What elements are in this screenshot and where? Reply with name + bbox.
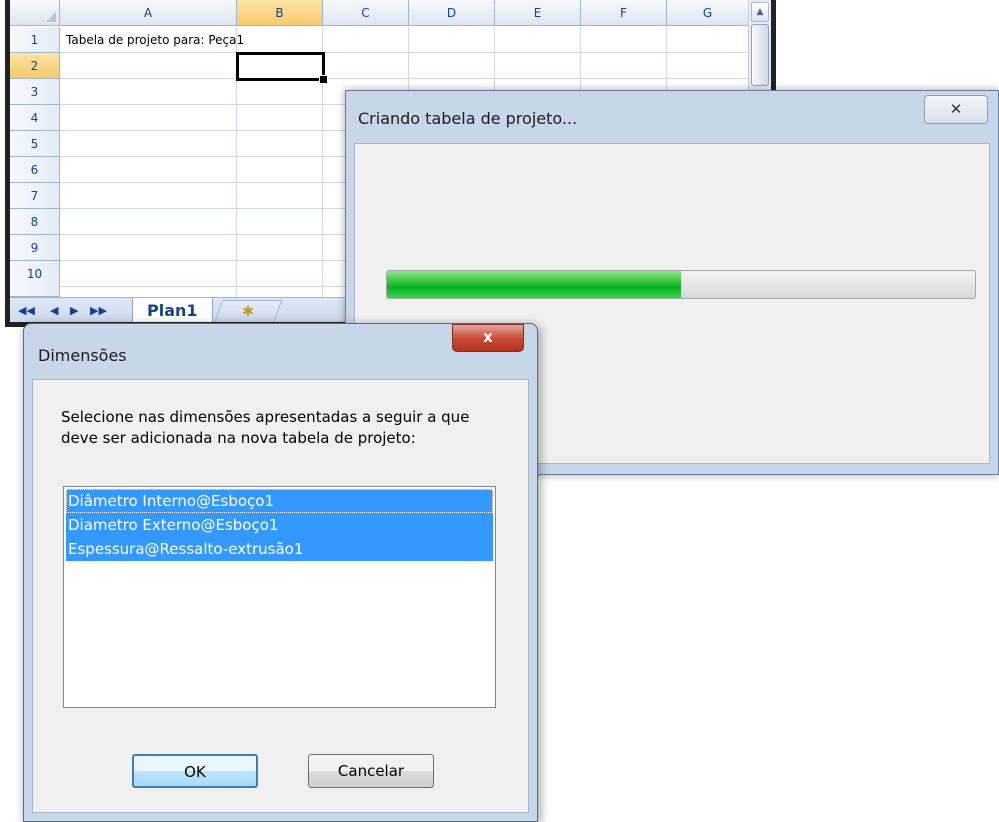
dimensions-instructions: Selecione nas dimensões apresentadas a s…: [61, 408, 470, 447]
dimensions-dialog-body: Selecione nas dimensões apresentadas a s…: [32, 379, 529, 813]
dimensions-listbox[interactable]: Diâmetro Interno@Esboço1 Diametro Extern…: [63, 486, 496, 708]
column-header-a[interactable]: A: [60, 0, 237, 26]
list-item[interactable]: Diametro Externo@Esboço1: [66, 513, 493, 537]
dimensions-close-button[interactable]: x: [452, 324, 524, 352]
sheet-tab-plan1[interactable]: Plan1: [132, 298, 213, 322]
row-header-5[interactable]: 5: [10, 131, 60, 157]
cancel-button[interactable]: Cancelar: [308, 754, 434, 788]
column-header-d[interactable]: D: [409, 0, 495, 26]
row-header-9[interactable]: 9: [10, 235, 60, 261]
row-header-2[interactable]: 2: [10, 53, 60, 79]
row-header-3[interactable]: 3: [10, 79, 60, 105]
progress-dialog-title: Criando tabela de projeto...: [358, 109, 578, 128]
progress-bar-fill: [387, 271, 681, 298]
first-sheet-icon[interactable]: ◀◀: [18, 304, 35, 317]
column-header-e[interactable]: E: [495, 0, 581, 26]
dimensions-dialog: Dimensões x Selecione nas dimensões apre…: [23, 323, 538, 822]
progress-bar: [386, 270, 976, 299]
select-all-corner[interactable]: [10, 0, 60, 26]
cell-a1[interactable]: Tabela de projeto para: Peça1: [62, 27, 362, 53]
insert-sheet-icon: ✱: [242, 304, 254, 320]
active-cell-b2[interactable]: [236, 52, 328, 84]
list-item[interactable]: Diâmetro Interno@Esboço1: [66, 489, 493, 513]
insert-sheet-button[interactable]: ✱: [213, 300, 283, 322]
prev-sheet-icon[interactable]: ◀: [50, 304, 58, 317]
list-item[interactable]: Espessura@Ressalto-extrusão1: [66, 537, 493, 561]
dimensions-dialog-title: Dimensões: [38, 346, 127, 365]
column-header-f[interactable]: F: [581, 0, 667, 26]
scroll-thumb[interactable]: [751, 24, 769, 86]
row-header-10[interactable]: 10: [10, 261, 60, 297]
row-header-7[interactable]: 7: [10, 183, 60, 209]
row-header-1[interactable]: 1: [10, 27, 60, 53]
next-sheet-icon[interactable]: ▶: [70, 304, 78, 317]
close-icon: ✕: [949, 100, 963, 118]
row-header-6[interactable]: 6: [10, 157, 60, 183]
row-header-8[interactable]: 8: [10, 209, 60, 235]
column-header-b[interactable]: B: [237, 0, 323, 26]
column-header-g[interactable]: G: [667, 0, 749, 26]
last-sheet-icon[interactable]: ▶▶: [90, 304, 107, 317]
progress-close-button[interactable]: ✕: [924, 95, 988, 124]
ok-button[interactable]: OK: [132, 754, 258, 788]
column-header-c[interactable]: C: [323, 0, 409, 26]
close-icon: x: [483, 328, 493, 346]
scroll-up-icon[interactable]: ▲: [751, 2, 769, 22]
row-header-4[interactable]: 4: [10, 105, 60, 131]
